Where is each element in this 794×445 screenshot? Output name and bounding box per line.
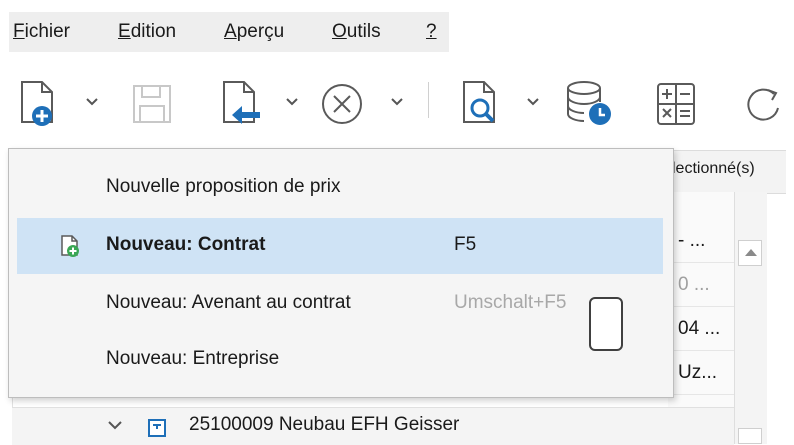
window-edge xyxy=(786,0,794,444)
mouse-pointer-overlay xyxy=(589,297,623,351)
new-contract-icon xyxy=(59,234,81,264)
menu-help[interactable]: ? xyxy=(426,21,437,43)
search-document-icon[interactable] xyxy=(456,78,508,130)
menu-edition[interactable]: Edition xyxy=(118,21,176,43)
cancel-dropdown-caret-icon[interactable] xyxy=(390,94,404,112)
list-item[interactable]: - ... xyxy=(668,218,734,263)
list-item[interactable]: 04 ... xyxy=(668,306,734,351)
tree-item-label: 25100009 Neubau EFH Geisser xyxy=(189,414,460,435)
calculator-icon[interactable] xyxy=(652,80,700,128)
database-clock-icon[interactable] xyxy=(562,78,618,130)
scroll-down-button[interactable] xyxy=(738,428,762,444)
toolbar-separator xyxy=(428,82,429,118)
folder-document-icon xyxy=(147,418,167,443)
refresh-icon[interactable] xyxy=(744,82,786,126)
menu-bar: Fichier Edition Aperçu Outils ? xyxy=(9,12,449,52)
new-item-dropdown-menu: Nouvelle proposition de prix Nouveau: Co… xyxy=(8,148,674,398)
import-dropdown-caret-icon[interactable] xyxy=(285,94,299,112)
new-dropdown-caret-icon[interactable] xyxy=(85,94,99,112)
menu-item-nouvelle-proposition[interactable]: Nouvelle proposition de prix xyxy=(17,160,663,216)
menu-item-nouveau-entreprise[interactable]: Nouveau: Entreprise xyxy=(17,332,663,388)
selection-count-label: lectionné(s) xyxy=(672,160,755,177)
menu-fichier[interactable]: Fichier xyxy=(13,21,70,43)
menu-item-nouveau-avenant[interactable]: Nouveau: Avenant au contrat Umschalt+F5 xyxy=(17,276,663,332)
vertical-scrollbar[interactable] xyxy=(734,192,767,444)
save-icon xyxy=(128,80,176,128)
chevron-down-icon[interactable] xyxy=(106,418,124,437)
list-item[interactable]: 0 ... xyxy=(668,262,734,307)
search-dropdown-caret-icon[interactable] xyxy=(526,94,540,112)
menu-apercu[interactable]: Aperçu xyxy=(224,21,284,43)
new-document-icon[interactable] xyxy=(14,78,66,130)
import-document-icon[interactable] xyxy=(212,78,268,130)
scroll-up-button[interactable] xyxy=(738,240,762,266)
app-window: Fichier Edition Aperçu Outils ? lectionn… xyxy=(0,0,786,445)
menu-outils[interactable]: Outils xyxy=(332,21,381,43)
cancel-circle-icon[interactable] xyxy=(318,80,366,128)
list-item[interactable]: Uz... xyxy=(668,350,734,395)
menu-item-nouveau-contrat[interactable]: Nouveau: Contrat F5 xyxy=(17,218,663,274)
